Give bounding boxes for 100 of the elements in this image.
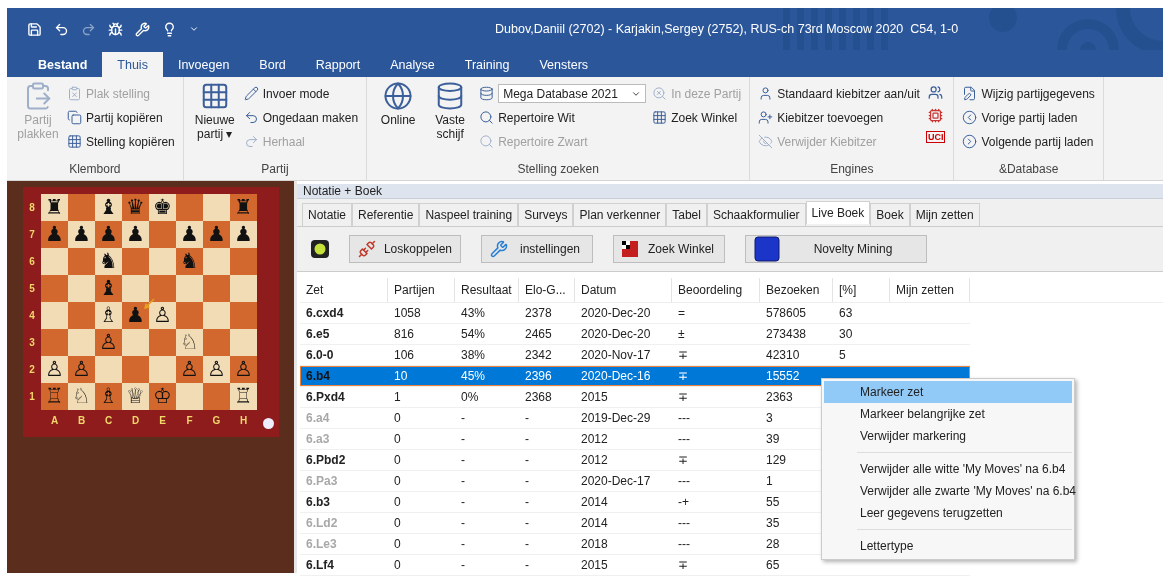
ribbon-button[interactable]: Nieuwe partij ▾ xyxy=(191,81,238,141)
board-square[interactable] xyxy=(41,329,68,356)
board-square[interactable] xyxy=(149,329,176,356)
board-square[interactable] xyxy=(203,275,230,302)
table-cell-text: - xyxy=(524,557,530,574)
engine-tag[interactable]: UCI xyxy=(925,131,946,143)
board-square[interactable] xyxy=(230,302,257,329)
panel-tab[interactable]: Tabel xyxy=(666,203,707,226)
dropdown-icon[interactable] xyxy=(189,24,199,34)
board-square[interactable] xyxy=(41,302,68,329)
database-select[interactable]: Mega Database 2021 xyxy=(498,84,647,103)
toolbar-button[interactable]: Novelty Mining xyxy=(745,235,927,263)
board-square[interactable] xyxy=(122,329,149,356)
board-square[interactable] xyxy=(176,302,203,329)
ribbon-tab[interactable]: Rapport xyxy=(300,52,376,77)
column-header[interactable]: Zet xyxy=(300,278,388,302)
board-square[interactable] xyxy=(149,356,176,383)
file-label: H xyxy=(238,413,249,428)
column-header[interactable]: Partijen xyxy=(388,278,455,302)
board-square[interactable] xyxy=(122,356,149,383)
chip-icon[interactable] xyxy=(928,108,944,123)
ribbon-button[interactable]: Wijzig partijgegevens xyxy=(962,83,1095,104)
ribbon-button[interactable]: Invoer mode xyxy=(243,83,359,104)
person-icon xyxy=(758,86,774,101)
board-square[interactable] xyxy=(122,275,149,302)
column-header[interactable]: Mijn zetten xyxy=(890,278,970,302)
ribbon-button[interactable]: Vorige partij laden xyxy=(962,107,1095,128)
ribbon-button[interactable]: Ongedaan maken xyxy=(243,107,359,128)
board-square[interactable] xyxy=(68,275,95,302)
table-cell-text: - xyxy=(460,557,466,574)
file-label: B xyxy=(76,413,87,428)
wrench-icon[interactable] xyxy=(135,21,150,37)
toolbar-button[interactable]: Loskoppelen xyxy=(349,235,461,263)
column-header[interactable]: Elo-G... xyxy=(519,278,575,302)
board-square[interactable] xyxy=(176,194,203,221)
board-square[interactable] xyxy=(68,194,95,221)
board-square[interactable] xyxy=(95,356,122,383)
ribbon-button[interactable]: Stelling kopiëren xyxy=(67,131,175,152)
panel-tab[interactable]: Boek xyxy=(870,203,910,226)
dropdown-caret[interactable]: ▾ xyxy=(223,127,233,141)
toolbar-button[interactable]: instellingen xyxy=(481,235,593,263)
ribbon-tab[interactable]: Training xyxy=(449,52,525,77)
column-header[interactable]: [%] xyxy=(833,278,890,302)
ribbon-button[interactable]: Zoek Winkel xyxy=(652,107,742,128)
panel-tab[interactable]: Referentie xyxy=(352,203,420,226)
board-square[interactable] xyxy=(68,302,95,329)
ribbon-tab[interactable]: Invoegen xyxy=(162,52,245,77)
panel-tab[interactable]: Naspeel training xyxy=(419,203,519,226)
board-square[interactable] xyxy=(149,275,176,302)
undo-icon[interactable] xyxy=(54,21,69,37)
ribbon-button[interactable]: Kiebitzer toevoegen xyxy=(758,107,920,128)
table-cell-text: 2465 xyxy=(524,326,553,343)
column-header[interactable]: Datum xyxy=(575,278,672,302)
bug-icon[interactable] xyxy=(108,21,123,37)
board-square[interactable] xyxy=(203,248,230,275)
board-square[interactable] xyxy=(230,275,257,302)
panel-tab[interactable]: Schaakformulier xyxy=(706,203,806,226)
board-square[interactable] xyxy=(149,248,176,275)
ribbon-button[interactable]: Vaste schijf xyxy=(427,81,474,141)
table-cell-text: 2020-Dec-20 xyxy=(580,305,652,322)
board-square[interactable] xyxy=(122,248,149,275)
column-header[interactable]: Bezoeken xyxy=(760,278,833,302)
board-square[interactable] xyxy=(203,302,230,329)
table-cell-text: 2020-Dec-16 xyxy=(580,368,652,385)
board-square[interactable] xyxy=(41,248,68,275)
ribbon-tab[interactable]: Vensters xyxy=(524,52,604,77)
board-square[interactable] xyxy=(68,248,95,275)
save-icon[interactable] xyxy=(27,21,42,37)
people-icon[interactable] xyxy=(928,85,944,100)
menu-item[interactable]: Markeer zet xyxy=(824,381,1072,403)
board-square[interactable] xyxy=(230,329,257,356)
panel-tab[interactable]: Mijn zetten xyxy=(909,203,980,226)
board-square[interactable] xyxy=(203,383,230,410)
toolbar-button[interactable]: Zoek Winkel xyxy=(613,235,725,263)
board-square[interactable] xyxy=(176,383,203,410)
ribbon-button[interactable]: Standaard kiebitzer aan/uit xyxy=(758,83,920,104)
board-square[interactable] xyxy=(203,194,230,221)
ribbon-button[interactable]: Repertoire Wit xyxy=(479,107,647,128)
column-header[interactable]: Beoordeling xyxy=(672,278,760,302)
ribbon-tab[interactable]: Thuis xyxy=(102,52,163,77)
column-header[interactable]: Resultaat xyxy=(455,278,519,302)
lightbulb-icon[interactable] xyxy=(162,21,177,37)
board-square[interactable] xyxy=(176,275,203,302)
board-square[interactable] xyxy=(41,275,68,302)
ribbon-tab[interactable]: Analyse xyxy=(375,52,450,77)
ribbon-button[interactable]: Volgende partij laden xyxy=(962,131,1095,152)
ribbon-tab[interactable]: Bestand xyxy=(23,52,103,77)
panel-tab[interactable]: Live Boek xyxy=(805,201,871,224)
ribbon-tab[interactable]: Bord xyxy=(244,52,301,77)
ribbon-button[interactable]: Online xyxy=(375,81,422,127)
panel-tab[interactable]: Notatie xyxy=(302,203,353,226)
panel-tab[interactable]: Surveys xyxy=(518,203,574,226)
panel-tab[interactable]: Plan verkenner xyxy=(573,203,667,226)
board-square[interactable] xyxy=(149,221,176,248)
table-row[interactable]: 6.e5 816 54% 2465 2020-Dec-20 ± 273438 30 xyxy=(300,324,970,345)
board-square[interactable] xyxy=(203,329,230,356)
table-row[interactable]: 6.cxd4 1058 43% 2378 2020-Dec-20 = 578605 63 xyxy=(300,303,970,324)
board-square[interactable] xyxy=(230,248,257,275)
board-square[interactable] xyxy=(68,329,95,356)
ribbon-button[interactable]: Partij kopiëren xyxy=(67,107,175,128)
